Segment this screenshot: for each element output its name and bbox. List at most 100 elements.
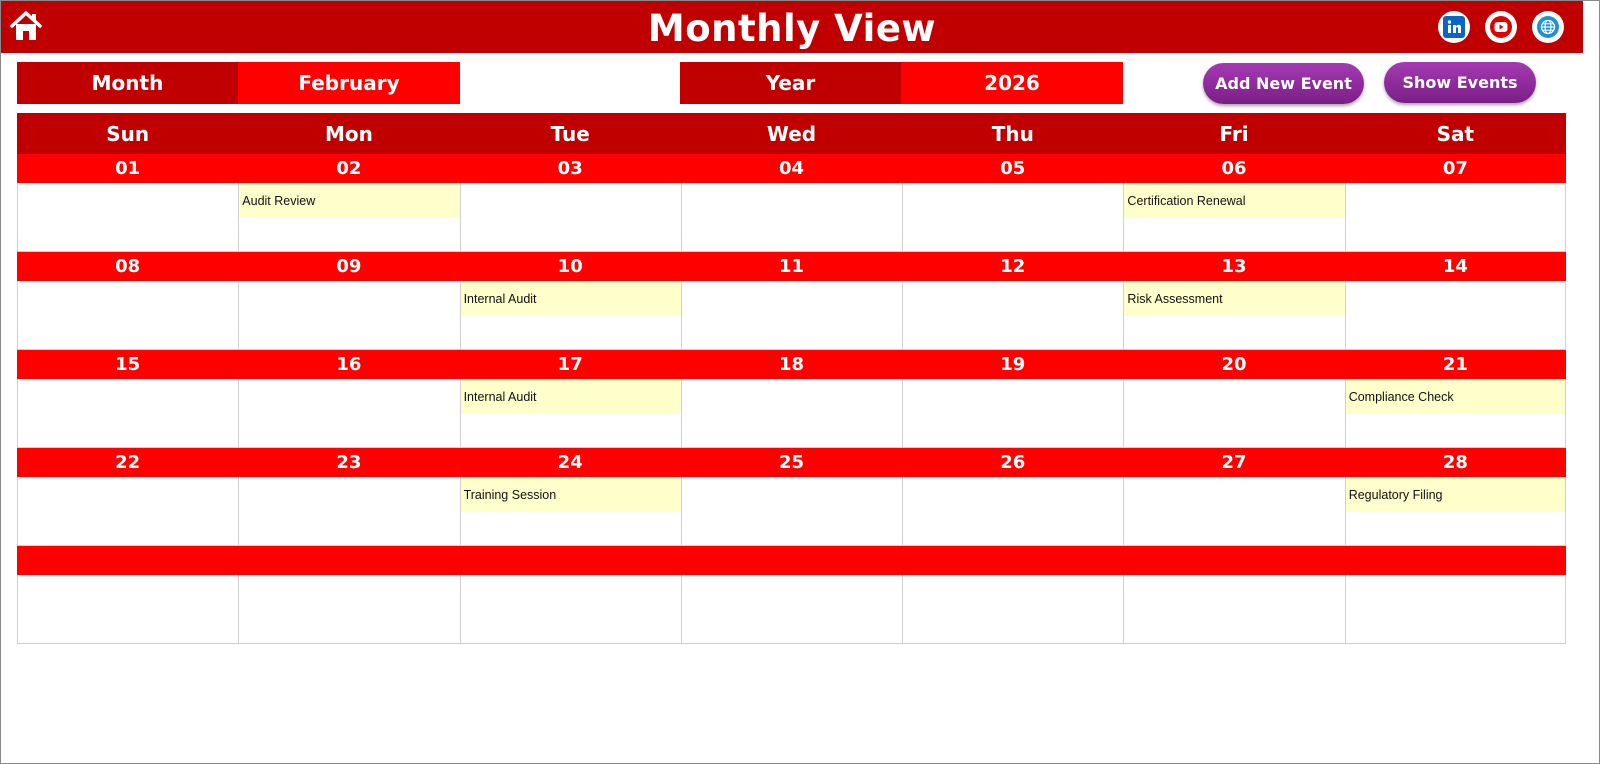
day-number[interactable]: 20 — [1123, 350, 1344, 379]
day-cell[interactable] — [17, 281, 239, 350]
day-cell[interactable] — [1123, 575, 1345, 644]
day-number[interactable]: 22 — [17, 448, 238, 477]
calendar-week — [17, 546, 1566, 644]
globe-icon[interactable] — [1532, 11, 1564, 43]
date-number-row — [17, 546, 1566, 575]
day-number[interactable]: 28 — [1345, 448, 1566, 477]
day-cell[interactable] — [902, 379, 1124, 448]
day-number[interactable]: 06 — [1123, 154, 1344, 183]
day-number[interactable]: 09 — [238, 252, 459, 281]
day-number[interactable]: 01 — [17, 154, 238, 183]
day-number[interactable]: 08 — [17, 252, 238, 281]
day-number[interactable] — [902, 546, 1123, 575]
day-cell[interactable] — [902, 575, 1124, 644]
day-cell[interactable]: Compliance Check — [1344, 379, 1566, 448]
day-cell[interactable] — [1344, 575, 1566, 644]
weekday-header-row: Sun Mon Tue Wed Thu Fri Sat — [17, 113, 1566, 154]
day-cell[interactable]: Regulatory Filing — [1344, 477, 1566, 546]
day-number[interactable]: 04 — [681, 154, 902, 183]
weekday-thu: Thu — [991, 121, 1034, 146]
day-cell[interactable] — [238, 379, 460, 448]
day-cell[interactable]: Audit Review — [238, 183, 460, 252]
day-number[interactable] — [238, 546, 459, 575]
year-label: Year — [680, 62, 901, 104]
day-number[interactable]: 16 — [238, 350, 459, 379]
day-cell[interactable] — [902, 281, 1124, 350]
day-number[interactable]: 15 — [17, 350, 238, 379]
day-number[interactable]: 10 — [460, 252, 681, 281]
day-cell[interactable] — [680, 281, 903, 350]
page-title: Monthly View — [647, 7, 937, 50]
event-entry[interactable]: Risk Assessment — [1124, 281, 1345, 316]
day-number[interactable]: 26 — [902, 448, 1123, 477]
day-number[interactable]: 27 — [1123, 448, 1344, 477]
day-number[interactable] — [1345, 546, 1566, 575]
day-cells-row: Internal Audit Risk Assessment — [17, 281, 1566, 350]
day-cell[interactable] — [902, 183, 1124, 252]
day-cell[interactable] — [1344, 183, 1566, 252]
day-cell[interactable] — [1344, 281, 1566, 350]
day-cell[interactable] — [1123, 379, 1345, 448]
day-cell[interactable]: Risk Assessment — [1123, 281, 1345, 350]
date-number-row: 08 09 10 11 12 13 14 — [17, 252, 1566, 281]
day-number[interactable] — [681, 546, 902, 575]
day-number[interactable]: 14 — [1345, 252, 1566, 281]
date-number-row: 22 23 24 25 26 27 28 — [17, 448, 1566, 477]
day-number[interactable]: 11 — [681, 252, 902, 281]
day-number[interactable]: 21 — [1345, 350, 1566, 379]
day-cell[interactable]: Certification Renewal — [1123, 183, 1345, 252]
youtube-icon[interactable] — [1485, 11, 1517, 43]
day-cell[interactable] — [680, 477, 903, 546]
event-entry[interactable]: Regulatory Filing — [1345, 477, 1565, 512]
event-entry[interactable]: Compliance Check — [1345, 379, 1565, 414]
linkedin-icon[interactable] — [1438, 11, 1470, 43]
event-entry[interactable]: Audit Review — [239, 183, 460, 218]
day-cell[interactable] — [680, 379, 903, 448]
day-cell[interactable]: Training Session — [459, 477, 681, 546]
day-number[interactable]: 23 — [238, 448, 459, 477]
day-number[interactable]: 12 — [902, 252, 1123, 281]
day-cell[interactable] — [238, 477, 460, 546]
day-cells-row: Training Session Regulatory Filing — [17, 477, 1566, 546]
day-number[interactable]: 03 — [460, 154, 681, 183]
day-number[interactable]: 19 — [902, 350, 1123, 379]
day-cell[interactable] — [1123, 477, 1345, 546]
day-cell[interactable] — [238, 575, 460, 644]
day-number[interactable] — [17, 546, 238, 575]
day-number[interactable]: 17 — [460, 350, 681, 379]
day-cell[interactable] — [459, 183, 681, 252]
calendar-week: 01 02 03 04 05 06 07 Audit Review Certification … — [17, 154, 1566, 252]
weekday-wed: Wed — [766, 121, 817, 146]
year-select[interactable]: 2026 — [901, 62, 1123, 104]
month-select[interactable]: February — [238, 62, 460, 104]
day-number[interactable]: 05 — [902, 154, 1123, 183]
day-number[interactable] — [460, 546, 681, 575]
day-number[interactable] — [1123, 546, 1344, 575]
day-cell[interactable]: Internal Audit — [459, 281, 681, 350]
day-cells-row: Audit Review Certification Renewal — [17, 183, 1566, 252]
day-number[interactable]: 07 — [1345, 154, 1566, 183]
day-cell[interactable] — [902, 477, 1124, 546]
show-events-button[interactable]: Show Events — [1384, 62, 1536, 103]
day-cell[interactable] — [680, 575, 903, 644]
day-number[interactable]: 18 — [681, 350, 902, 379]
day-number[interactable]: 25 — [681, 448, 902, 477]
day-cells-row: Internal Audit Compliance Check — [17, 379, 1566, 448]
add-new-event-button[interactable]: Add New Event — [1203, 63, 1364, 104]
day-cell[interactable] — [680, 183, 903, 252]
day-number[interactable]: 02 — [238, 154, 459, 183]
day-cell[interactable] — [17, 477, 239, 546]
event-entry[interactable]: Training Session — [460, 477, 681, 512]
event-entry[interactable]: Internal Audit — [460, 281, 681, 316]
day-number[interactable]: 13 — [1123, 252, 1344, 281]
day-cell[interactable]: Internal Audit — [459, 379, 681, 448]
day-cell[interactable] — [238, 281, 460, 350]
day-cell[interactable] — [459, 575, 681, 644]
event-entry[interactable]: Certification Renewal — [1124, 183, 1345, 218]
day-number[interactable]: 24 — [460, 448, 681, 477]
day-cell[interactable] — [17, 183, 239, 252]
day-cell[interactable] — [17, 575, 239, 644]
day-cell[interactable] — [17, 379, 239, 448]
event-entry[interactable]: Internal Audit — [460, 379, 681, 414]
calendar-week: 08 09 10 11 12 13 14 Internal Audit Risk Assessm… — [17, 252, 1566, 350]
